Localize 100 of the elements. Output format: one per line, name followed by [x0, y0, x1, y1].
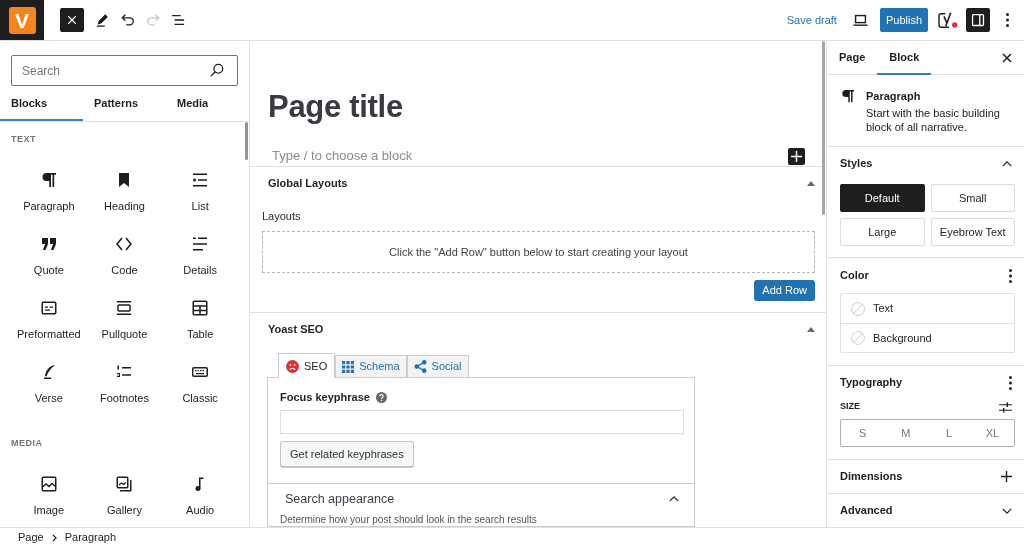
seo-tab[interactable]: SEO: [278, 353, 336, 378]
list-view-icon[interactable]: [170, 13, 185, 27]
more-icon[interactable]: [1005, 13, 1009, 27]
chevron-up-icon[interactable]: [1002, 160, 1012, 167]
block-item[interactable]: Table: [162, 292, 238, 356]
code-icon: [116, 236, 133, 252]
lines-icon: [192, 236, 209, 252]
breadcrumb-item[interactable]: Page: [18, 529, 44, 546]
panel-title: Dimensions: [840, 469, 903, 485]
empty-swatch-icon: [851, 301, 865, 316]
style-option[interactable]: Large: [840, 218, 925, 246]
block-item[interactable]: Paragraph: [11, 164, 87, 228]
inserter-tab[interactable]: Patterns: [83, 86, 166, 121]
block-item[interactable]: Pullquote: [86, 292, 163, 356]
scrollbar: [245, 122, 248, 160]
block-item[interactable]: Preformatted: [11, 292, 87, 356]
stacked-images-icon: [116, 476, 133, 492]
style-option[interactable]: Default: [840, 184, 925, 212]
size-label: SIZE: [840, 400, 860, 414]
block-item[interactable]: List: [162, 164, 238, 228]
share-icon: [413, 360, 427, 373]
block-item[interactable]: Heading: [86, 164, 163, 228]
style-option[interactable]: Small: [930, 184, 1015, 212]
block-name: Paragraph: [866, 89, 922, 103]
panel-title: Color: [840, 268, 869, 284]
list-icon: [192, 172, 209, 188]
sidebar-tab[interactable]: Block: [877, 41, 932, 75]
numbered-list-icon: [116, 364, 133, 380]
undo-icon[interactable]: [120, 13, 135, 27]
page-title: Page title: [267, 89, 404, 125]
inserter-tab[interactable]: Media: [166, 86, 249, 121]
triangle-icon[interactable]: [807, 180, 815, 186]
pilcrow-icon: [40, 172, 57, 188]
chevron-up-icon[interactable]: [669, 496, 679, 502]
field-label: Layouts: [262, 209, 302, 223]
pen-icon[interactable]: [95, 13, 110, 27]
color-option[interactable]: Text: [841, 294, 1014, 323]
breadcrumb-item[interactable]: Paragraph: [64, 529, 117, 546]
font-size-option[interactable]: XL: [970, 420, 1014, 446]
chevron-down-icon[interactable]: [1002, 507, 1012, 514]
panel-title: Advanced: [840, 503, 893, 519]
help-icon[interactable]: [375, 391, 387, 403]
paragraph-input[interactable]: Type / to choose a block: [272, 146, 692, 166]
category-heading: TEXT: [11, 133, 37, 147]
close-button[interactable]: [60, 8, 84, 32]
add-row-button[interactable]: Add Row: [754, 280, 815, 301]
field-label: Focus keyphrase: [280, 389, 370, 405]
sidebar-icon: [971, 13, 985, 27]
category-heading: MEDIA: [11, 437, 44, 451]
text-box-icon: [40, 300, 57, 316]
font-size-option[interactable]: M: [884, 420, 928, 446]
more-icon[interactable]: [1009, 375, 1012, 390]
close-icon[interactable]: [1002, 52, 1012, 63]
section-title: Search appearance: [285, 490, 395, 508]
image-icon: [40, 476, 57, 492]
plus-icon[interactable]: [1001, 471, 1012, 482]
block-item[interactable]: Quote: [11, 228, 87, 292]
plus-icon: [791, 150, 802, 162]
panel-title: Styles: [840, 156, 873, 172]
empty-swatch-icon: [851, 331, 865, 345]
block-item[interactable]: Gallery: [86, 468, 163, 527]
plugin-logo-icon[interactable]: [937, 11, 959, 29]
sad-face-icon: [286, 359, 299, 373]
empty-layout-area: Click the "Add Row" button below to start creating your layout: [262, 231, 815, 273]
save-draft-button[interactable]: Save draft: [782, 8, 841, 32]
block-item[interactable]: Image: [11, 468, 87, 527]
panel-title: Typography: [840, 375, 903, 391]
related-keyphrases-button[interactable]: Get related keyphrases: [280, 441, 414, 467]
search-field[interactable]: Search: [11, 55, 238, 86]
block-item[interactable]: Details: [162, 228, 238, 292]
chevron-right-icon: [51, 533, 57, 542]
meta-box-title: Global Layouts: [268, 175, 348, 191]
publish-button[interactable]: Publish: [879, 8, 928, 32]
seo-tab[interactable]: Social: [406, 355, 469, 378]
font-size-option[interactable]: L: [927, 420, 971, 446]
block-item[interactable]: Code: [86, 228, 163, 292]
site-logo: V: [8, 6, 36, 34]
laptop-icon[interactable]: [853, 12, 869, 28]
color-option[interactable]: Background: [841, 323, 1014, 352]
font-size-control[interactable]: S M L XL: [840, 419, 1015, 447]
inserter-tab[interactable]: Blocks: [0, 86, 83, 121]
sidebar-toggle-button[interactable]: [966, 8, 990, 32]
sidebar-tab[interactable]: Page: [827, 41, 878, 75]
search-icon: [210, 63, 224, 77]
add-block-button[interactable]: [788, 147, 805, 165]
framed-box-icon: [116, 300, 133, 316]
seo-tab[interactable]: Schema: [335, 355, 407, 378]
block-item[interactable]: Verse: [11, 356, 87, 420]
block-item[interactable]: Footnotes: [86, 356, 163, 420]
pilcrow-icon: [841, 89, 855, 103]
triangle-icon[interactable]: [807, 326, 815, 332]
sliders-icon[interactable]: [999, 401, 1012, 413]
block-item[interactable]: Classic: [162, 356, 238, 420]
block-item[interactable]: Audio: [162, 468, 238, 527]
grid-icon: [342, 360, 355, 373]
font-size-option[interactable]: S: [841, 420, 885, 446]
keyphrase-input[interactable]: [280, 410, 684, 434]
block-description: Start with the basic building block of all narrative.: [866, 106, 1001, 134]
style-option[interactable]: Eyebrow Text: [930, 218, 1015, 246]
more-icon[interactable]: [1009, 268, 1012, 283]
